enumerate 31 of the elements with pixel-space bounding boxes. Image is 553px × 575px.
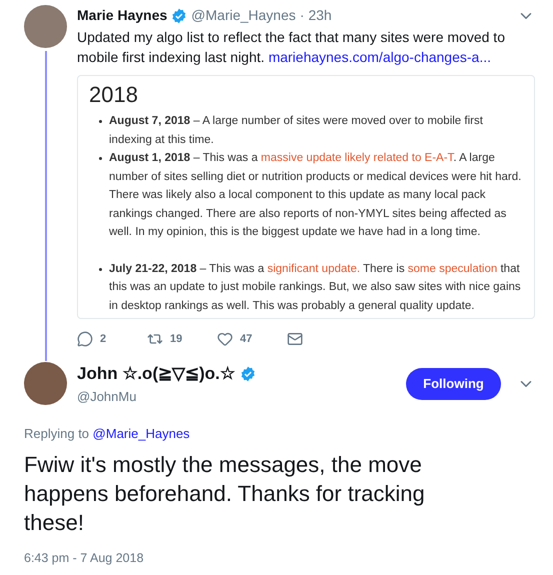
action-count: 47: [240, 332, 252, 347]
heart-icon[interactable]: [217, 331, 233, 347]
author-handle[interactable]: @JohnMu: [77, 386, 256, 406]
article-paragraph: August 7, 2018 – A large number of sites were moved over to mobile first indexing at this time.: [109, 114, 484, 148]
article-paragraph: August 1, 2018 – This was a massive update likely related to E-A-T. A large number of sites selling diet or nutrition products or medical devices were hit hard. There was likely also a local component to this update as many local pack rankings changed. There are also reports of non-YMYL sites being affected as well. In my opinion, this is the biggest update we have had in a long time.: [109, 151, 522, 240]
avatar[interactable]: [24, 362, 67, 405]
reply-icon[interactable]: [77, 331, 93, 347]
mention-link[interactable]: @Marie_Haynes: [92, 426, 190, 441]
article-link[interactable]: significant update.: [267, 262, 360, 274]
tweet-time: · 23h: [300, 6, 332, 25]
following-button[interactable]: Following: [406, 368, 501, 400]
author-name[interactable]: Marie Haynes: [77, 5, 168, 26]
bullet-icon: [99, 157, 102, 160]
action-count: 2: [100, 332, 106, 347]
author-handle[interactable]: @Marie_Haynes: [191, 5, 296, 26]
reply-text: Fwiw it's mostly the messages, the move happens beforehand. Thanks for tracking these!: [24, 450, 426, 536]
bullet-icon: [99, 268, 102, 270]
tweet-text: Updated my algo list to reflect the fact that many sites were moved to mobile first indexing last night. mariehaynes.com/algo-changes-a...: [77, 28, 506, 67]
article-link[interactable]: massive update likely related to E-A-T: [260, 152, 454, 164]
replying-to: Replying to @Marie_Haynes: [24, 425, 191, 443]
author-name[interactable]: John ☆.o(≧▽≦)o.☆: [77, 361, 235, 386]
article-screenshot[interactable]: [77, 75, 535, 319]
article-paragraph: July 21-22, 2018 – This was a significant update. There is some speculation that this was an update to just mobile rankings. But, we also saw sites with nice gains in desktop rankings as well. This was probably a general quality update.: [109, 262, 522, 314]
article-link[interactable]: some speculation: [408, 262, 498, 274]
mail-icon[interactable]: [287, 331, 303, 347]
bullet-icon: [99, 120, 102, 123]
action-count: 19: [170, 332, 182, 347]
tweet-link[interactable]: mariehaynes.com/algo-changes-a...: [268, 49, 491, 65]
avatar[interactable]: [24, 5, 67, 48]
article-heading: 2018: [89, 81, 139, 109]
reply-timestamp: 6:43 pm - 7 Aug 2018: [24, 550, 145, 567]
